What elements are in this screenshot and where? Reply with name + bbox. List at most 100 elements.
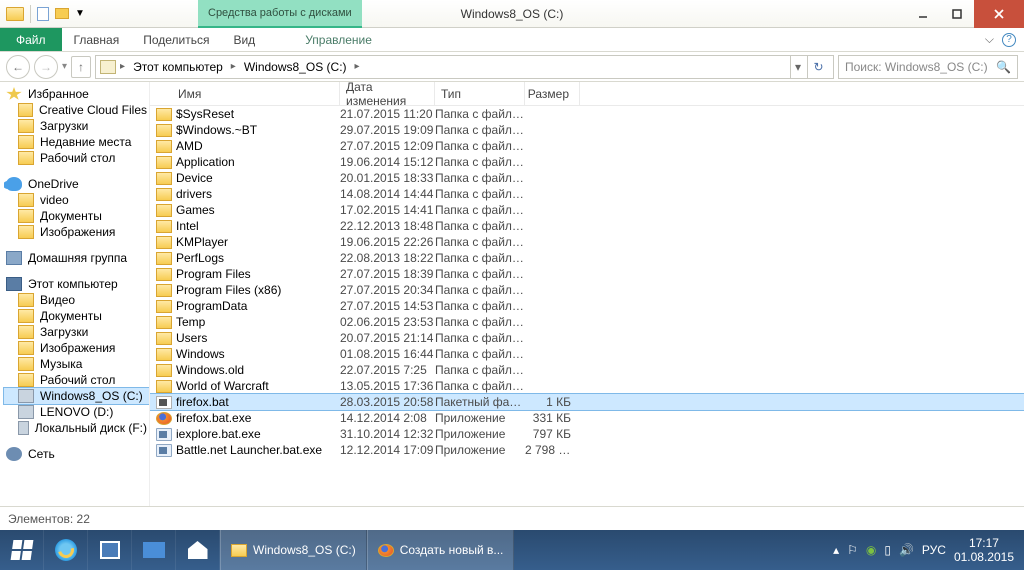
file-row[interactable]: Games 17.02.2015 14:41 Папка с файлами bbox=[150, 202, 1024, 218]
file-icon bbox=[156, 428, 172, 441]
ribbon-expand-icon[interactable]: ⌵ bbox=[985, 32, 994, 47]
up-button[interactable]: ↑ bbox=[71, 56, 91, 78]
tray-chevron-icon[interactable]: ▴ bbox=[833, 543, 839, 557]
file-tab[interactable]: Файл bbox=[0, 28, 62, 51]
forward-button[interactable]: → bbox=[34, 55, 58, 79]
file-icon bbox=[156, 380, 172, 393]
nav-item[interactable]: video bbox=[4, 192, 149, 208]
properties-icon[interactable] bbox=[37, 7, 49, 21]
col-name[interactable]: Имя bbox=[150, 82, 340, 105]
nav-computer-header[interactable]: Этот компьютер bbox=[4, 276, 149, 292]
action-center-icon[interactable]: ⚐ bbox=[847, 543, 858, 557]
qat-separator bbox=[30, 5, 31, 23]
file-row[interactable]: Program Files 27.07.2015 18:39 Папка с ф… bbox=[150, 266, 1024, 282]
nav-item[interactable]: Загрузки bbox=[4, 118, 149, 134]
col-modified[interactable]: Дата изменения bbox=[340, 82, 435, 105]
history-dropdown-icon[interactable]: ▾ bbox=[62, 61, 67, 72]
chevron-right-icon[interactable]: ▸ bbox=[118, 61, 127, 72]
file-row[interactable]: AMD 27.07.2015 12:09 Папка с файлами bbox=[150, 138, 1024, 154]
homegroup-icon bbox=[6, 251, 22, 265]
volume-icon[interactable]: 🔊 bbox=[899, 543, 914, 557]
drive-icon bbox=[18, 421, 29, 435]
address-dropdown-icon[interactable]: ▾ bbox=[790, 56, 805, 78]
nav-item[interactable]: Загрузки bbox=[4, 324, 149, 340]
folder-icon bbox=[18, 225, 34, 239]
file-row[interactable]: Intel 22.12.2013 18:48 Папка с файлами bbox=[150, 218, 1024, 234]
view-tab[interactable]: Вид bbox=[221, 28, 267, 51]
nav-item[interactable]: Windows8_OS (C:) bbox=[4, 388, 149, 404]
taskbar-lenovo-button[interactable] bbox=[132, 530, 176, 570]
search-input[interactable]: Поиск: Windows8_OS (C:) 🔍 bbox=[838, 55, 1018, 79]
chevron-right-icon[interactable]: ▸ bbox=[229, 61, 238, 72]
nav-item[interactable]: Creative Cloud Files bbox=[4, 102, 149, 118]
nav-item[interactable]: Рабочий стол bbox=[4, 372, 149, 388]
ribbon-tabs: Файл Главная Поделиться Вид Управление ⌵… bbox=[0, 28, 1024, 52]
network-icon[interactable]: ▯ bbox=[884, 543, 891, 557]
file-icon bbox=[156, 300, 172, 313]
home-tab[interactable]: Главная bbox=[62, 28, 132, 51]
nav-item[interactable]: Рабочий стол bbox=[4, 150, 149, 166]
file-row[interactable]: Temp 02.06.2015 23:53 Папка с файлами bbox=[150, 314, 1024, 330]
taskbar-home-button[interactable] bbox=[176, 530, 220, 570]
folder-icon bbox=[18, 193, 34, 207]
taskbar-explorer-task[interactable]: Windows8_OS (C:) bbox=[220, 530, 367, 570]
nav-network[interactable]: Сеть bbox=[4, 446, 149, 462]
drive-icon bbox=[100, 60, 116, 74]
minimize-button[interactable] bbox=[906, 0, 940, 28]
share-tab[interactable]: Поделиться bbox=[131, 28, 221, 51]
nav-onedrive-header[interactable]: OneDrive bbox=[4, 176, 149, 192]
taskbar-ie-button[interactable] bbox=[44, 530, 88, 570]
nav-item[interactable]: Локальный диск (F:) bbox=[4, 420, 149, 436]
nav-item[interactable]: Изображения bbox=[4, 340, 149, 356]
qat-dropdown-icon[interactable]: ▼ bbox=[75, 8, 85, 19]
language-indicator[interactable]: РУС bbox=[922, 543, 946, 557]
file-row[interactable]: ProgramData 27.07.2015 14:53 Папка с фай… bbox=[150, 298, 1024, 314]
file-row[interactable]: $Windows.~BT 29.07.2015 19:09 Папка с фа… bbox=[150, 122, 1024, 138]
file-row[interactable]: iexplore.bat.exe 31.10.2014 12:32 Прилож… bbox=[150, 426, 1024, 442]
crumb-computer[interactable]: Этот компьютер bbox=[129, 60, 227, 74]
chevron-right-icon[interactable]: ▸ bbox=[353, 61, 362, 72]
file-row[interactable]: Application 19.06.2014 15:12 Папка с фай… bbox=[150, 154, 1024, 170]
file-row[interactable]: drivers 14.08.2014 14:44 Папка с файлами bbox=[150, 186, 1024, 202]
col-type[interactable]: Тип bbox=[435, 82, 525, 105]
nav-item[interactable]: Изображения bbox=[4, 224, 149, 240]
file-row[interactable]: KMPlayer 19.06.2015 22:26 Папка с файлам… bbox=[150, 234, 1024, 250]
file-row[interactable]: Users 20.07.2015 21:14 Папка с файлами bbox=[150, 330, 1024, 346]
file-row[interactable]: $SysReset 21.07.2015 11:20 Папка с файла… bbox=[150, 106, 1024, 122]
refresh-icon[interactable]: ↻ bbox=[807, 56, 829, 78]
breadcrumb[interactable]: ▸ Этот компьютер ▸ Windows8_OS (C:) ▸ ▾ … bbox=[95, 55, 834, 79]
nav-item[interactable]: LENOVO (D:) bbox=[4, 404, 149, 420]
file-icon bbox=[156, 188, 172, 201]
file-row[interactable]: firefox.bat.exe 14.12.2014 2:08 Приложен… bbox=[150, 410, 1024, 426]
file-row[interactable]: Windows.old 22.07.2015 7:25 Папка с файл… bbox=[150, 362, 1024, 378]
navigation-pane: Избранное Creative Cloud FilesЗагрузкиНе… bbox=[0, 82, 150, 506]
file-row[interactable]: Windows 01.08.2015 16:44 Папка с файлами bbox=[150, 346, 1024, 362]
manage-tab[interactable]: Управление bbox=[293, 28, 384, 51]
nvidia-icon[interactable]: ◉ bbox=[866, 543, 876, 557]
file-row[interactable]: Program Files (x86) 27.07.2015 20:34 Пап… bbox=[150, 282, 1024, 298]
help-icon[interactable]: ? bbox=[1002, 33, 1016, 47]
close-button[interactable] bbox=[974, 0, 1024, 28]
file-icon bbox=[156, 124, 172, 137]
nav-item[interactable]: Видео bbox=[4, 292, 149, 308]
taskbar-firefox-task[interactable]: Создать новый в... bbox=[367, 530, 515, 570]
maximize-button[interactable] bbox=[940, 0, 974, 28]
start-button[interactable] bbox=[0, 530, 44, 570]
file-row[interactable]: firefox.bat 28.03.2015 20:58 Пакетный фа… bbox=[150, 394, 1024, 410]
nav-item[interactable]: Недавние места bbox=[4, 134, 149, 150]
clock[interactable]: 17:17 01.08.2015 bbox=[954, 536, 1014, 565]
nav-item[interactable]: Документы bbox=[4, 308, 149, 324]
file-row[interactable]: PerfLogs 22.08.2013 18:22 Папка с файлам… bbox=[150, 250, 1024, 266]
new-folder-icon[interactable] bbox=[55, 8, 69, 19]
nav-homegroup[interactable]: Домашняя группа bbox=[4, 250, 149, 266]
file-row[interactable]: World of Warcraft 13.05.2015 17:36 Папка… bbox=[150, 378, 1024, 394]
taskbar-store-button[interactable] bbox=[88, 530, 132, 570]
file-row[interactable]: Device 20.01.2015 18:33 Папка с файлами bbox=[150, 170, 1024, 186]
nav-favorites-header[interactable]: Избранное bbox=[4, 86, 149, 102]
file-row[interactable]: Battle.net Launcher.bat.exe 12.12.2014 1… bbox=[150, 442, 1024, 458]
nav-item[interactable]: Документы bbox=[4, 208, 149, 224]
back-button[interactable]: ← bbox=[6, 55, 30, 79]
crumb-drive[interactable]: Windows8_OS (C:) bbox=[240, 60, 351, 74]
col-size[interactable]: Размер bbox=[525, 82, 580, 105]
nav-item[interactable]: Музыка bbox=[4, 356, 149, 372]
